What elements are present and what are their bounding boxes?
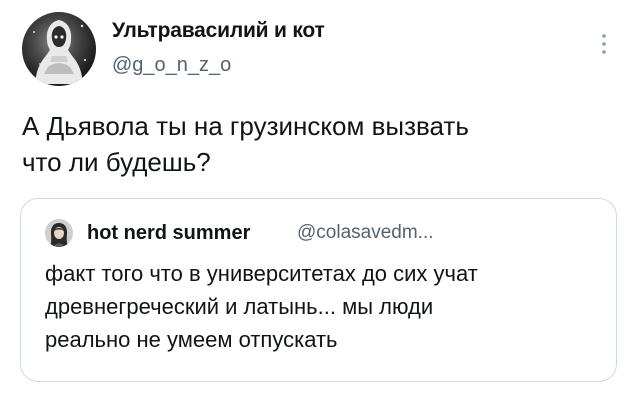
quoted-tweet-text: факт того что в университетах до сих уча… (45, 261, 478, 352)
more-options-button[interactable] (594, 28, 614, 60)
quoted-author-avatar[interactable] (45, 219, 73, 247)
tweet-card: Ультравасилий и кот @g_o_n_z_o А Дьявола… (0, 0, 640, 400)
quoted-tweet[interactable]: hot nerd summer @colasavedm... факт того… (20, 198, 617, 382)
girl-avatar-icon (45, 219, 73, 247)
author-display-name[interactable]: Ультравасилий и кот (112, 18, 325, 44)
author-handle[interactable]: @g_o_n_z_o (112, 53, 231, 77)
tweet-text: А Дьявола ты на грузинском вызвать что л… (22, 111, 469, 177)
quoted-author-display-name[interactable]: hot nerd summer (87, 220, 250, 246)
more-vertical-icon (602, 34, 606, 54)
author-avatar[interactable] (22, 12, 96, 86)
quoted-author-handle[interactable]: @colasavedm... (297, 220, 434, 246)
monk-avatar-icon (33, 20, 86, 84)
